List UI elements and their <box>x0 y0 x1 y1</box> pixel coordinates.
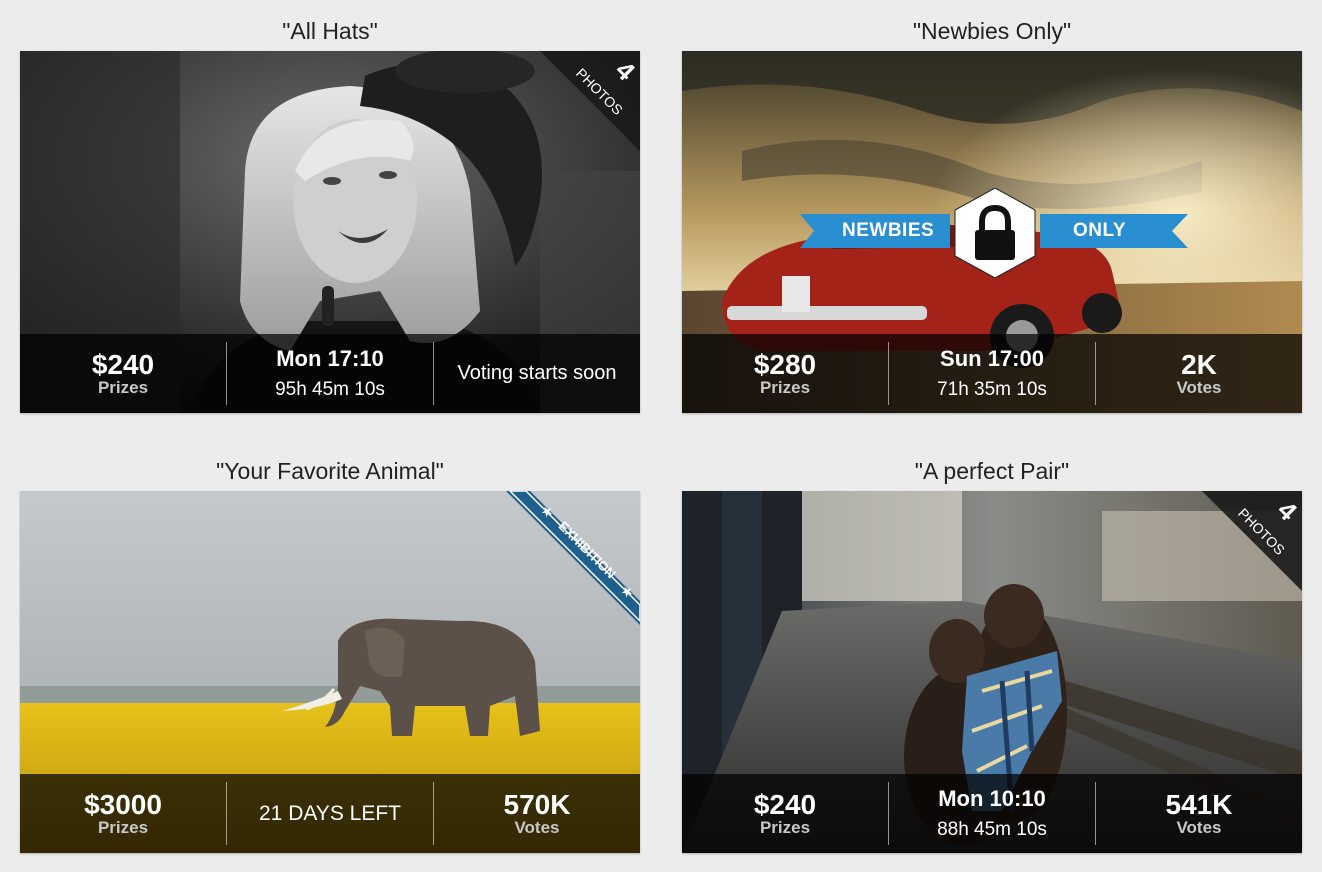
votes-cell: 2K Votes <box>1096 342 1302 405</box>
contest-photo[interactable]: 4 PHOTOS $240 Prizes Mon 10:10 88h 45m 1… <box>682 491 1302 853</box>
prize-label: Prizes <box>97 377 149 397</box>
prize-label: Prizes <box>97 817 149 837</box>
deadline-time: Mon 17:10 <box>276 345 384 371</box>
prize-cell: $3000 Prizes <box>20 782 227 845</box>
prize-amount: $280 <box>753 348 817 380</box>
votes-label: Votes <box>1176 377 1222 397</box>
time-cell: Mon 17:10 95h 45m 10s <box>227 342 434 405</box>
votes-label: Votes <box>514 817 560 837</box>
prize-label: Prizes <box>759 817 811 837</box>
contest-title[interactable]: "Your Favorite Animal" <box>20 451 640 491</box>
votes-count: 570K <box>503 788 571 820</box>
contest-info-bar: $280 Prizes Sun 17:00 71h 35m 10s 2K Vot… <box>682 334 1302 413</box>
prize-cell: $240 Prizes <box>20 342 227 405</box>
votes-label: Votes <box>1176 817 1222 837</box>
photos-count-badge: 4 PHOTOS <box>540 51 640 151</box>
contest-title[interactable]: "Newbies Only" <box>682 11 1302 51</box>
deadline-time: Mon 10:10 <box>938 785 1046 811</box>
deadline-time: Sun 17:00 <box>940 345 1044 371</box>
days-left-cell: 21 DAYS LEFT <box>227 782 434 845</box>
time-cell: Sun 17:00 71h 35m 10s <box>889 342 1096 405</box>
contest-title[interactable]: "All Hats" <box>20 11 640 51</box>
contest-photo[interactable]: EXHIBITION ★ ★ $3000 Prizes 21 DAYS LEFT… <box>20 491 640 853</box>
prize-amount: $240 <box>753 788 817 820</box>
votes-count: 541K <box>1165 788 1233 820</box>
photos-count-badge: 4 PHOTOS <box>1202 491 1302 591</box>
contest-photo[interactable]: 4 PHOTOS $240 Prizes Mon 17:10 95h 45m 1… <box>20 51 640 413</box>
ribbon-left-label: NEWBIES <box>842 220 935 241</box>
exhibition-ribbon: EXHIBITION ★ ★ <box>506 491 640 625</box>
newbies-ribbon: NEWBIES ONLY <box>800 188 1190 278</box>
contest-photo[interactable]: NEWBIES ONLY $280 Prizes Sun 17:00 71h 3… <box>682 51 1302 413</box>
countdown: 71h 35m 10s <box>937 378 1047 400</box>
contest-info-bar: $240 Prizes Mon 10:10 88h 45m 10s 541K V… <box>682 774 1302 853</box>
countdown: 95h 45m 10s <box>275 378 385 400</box>
votes-cell: 541K Votes <box>1096 782 1302 845</box>
voting-status: Voting starts soon <box>457 362 617 384</box>
prize-cell: $280 Prizes <box>682 342 889 405</box>
votes-count: 2K <box>1181 348 1217 380</box>
votes-cell: 570K Votes <box>434 782 640 845</box>
contest-title[interactable]: "A perfect Pair" <box>682 451 1302 491</box>
days-left: 21 DAYS LEFT <box>259 801 401 825</box>
countdown: 88h 45m 10s <box>937 818 1047 840</box>
time-cell: Mon 10:10 88h 45m 10s <box>889 782 1096 845</box>
prize-label: Prizes <box>759 377 811 397</box>
prize-amount: $3000 <box>84 788 162 820</box>
ribbon-right-label: ONLY <box>1073 220 1127 241</box>
contest-info-bar: $240 Prizes Mon 17:10 95h 45m 10s Voting… <box>20 334 640 413</box>
contest-info-bar: $3000 Prizes 21 DAYS LEFT 570K Votes <box>20 774 640 853</box>
prize-amount: $240 <box>91 348 155 380</box>
prize-cell: $240 Prizes <box>682 782 889 845</box>
status-cell: Voting starts soon <box>434 342 640 405</box>
